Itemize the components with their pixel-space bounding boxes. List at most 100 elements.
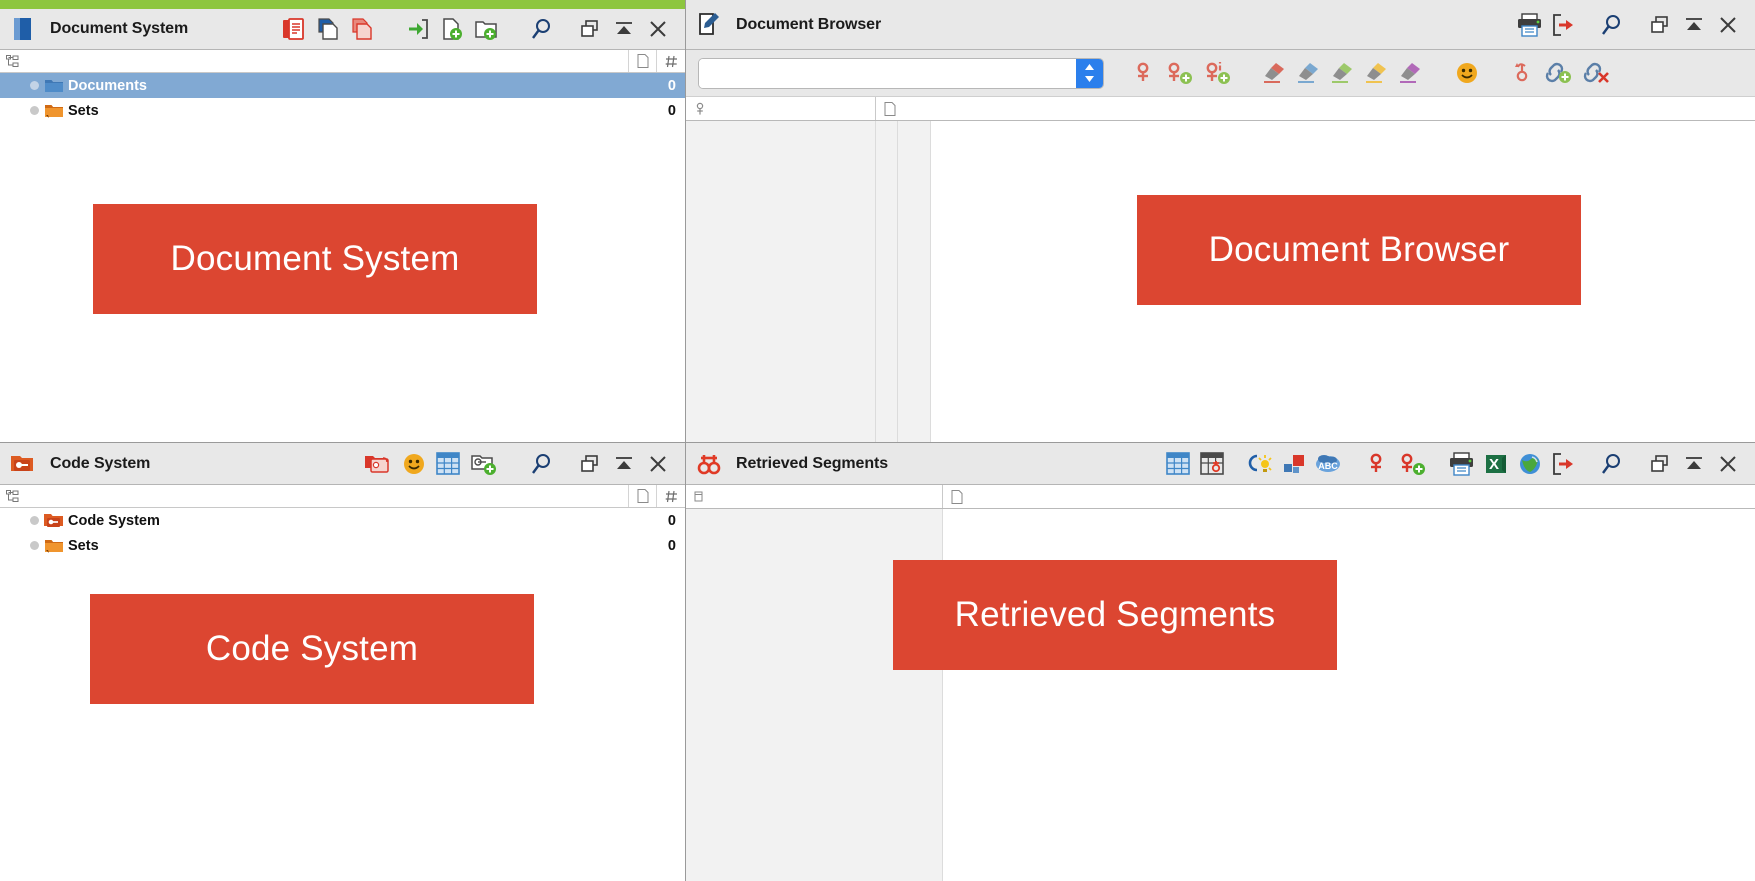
delete-link-button[interactable]	[1578, 56, 1616, 90]
summary-button[interactable]	[1243, 447, 1277, 481]
hierarchy-icon[interactable]	[0, 50, 629, 72]
detach-window-button[interactable]	[573, 12, 607, 46]
memo-page-icon[interactable]	[876, 97, 1755, 120]
segment-text-area[interactable]: Retrieved Segments	[893, 509, 1755, 881]
search-button[interactable]	[1595, 447, 1629, 481]
new-code-with-info-button[interactable]	[1198, 56, 1236, 90]
active-panel-indicator	[0, 0, 685, 9]
document-browser-column-header	[686, 97, 1755, 121]
hash-icon[interactable]	[657, 485, 685, 507]
document-selector-combo[interactable]	[698, 57, 1104, 89]
collapse-up-icon[interactable]	[1677, 447, 1711, 481]
smiley-icon[interactable]	[1450, 56, 1484, 90]
tree-item-documents[interactable]: Documents 0	[0, 73, 685, 98]
close-button[interactable]	[641, 12, 675, 46]
document-selector-input[interactable]	[699, 58, 1076, 88]
highlight-yellow-button[interactable]	[1360, 56, 1394, 90]
document-browser-titlebar: Document Browser	[686, 0, 1755, 50]
color-blocks-button[interactable]	[1277, 447, 1311, 481]
detach-window-button[interactable]	[573, 447, 607, 481]
panel-title: Retrieved Segments	[736, 454, 889, 472]
code-in-vivo-button[interactable]	[1126, 56, 1160, 90]
panel-title: Document System	[50, 20, 189, 37]
retrieved-segments-banner: Retrieved Segments	[893, 560, 1337, 670]
export-button[interactable]	[1547, 8, 1581, 42]
add-link-button[interactable]	[1540, 56, 1578, 90]
hierarchy-icon[interactable]	[0, 485, 629, 507]
document-system-tree: Documents 0 Sets 0	[0, 73, 685, 123]
banner-label: Document Browser	[1208, 230, 1510, 269]
document-browser-body: Document Browser	[686, 121, 1755, 442]
detach-window-button[interactable]	[1643, 8, 1677, 42]
search-button[interactable]	[525, 12, 559, 46]
document-system-panel: Document System Documents 0 Sets 0 Docum…	[0, 0, 686, 442]
expand-dot-icon[interactable]	[30, 541, 39, 550]
combo-spinner-icon[interactable]	[1076, 58, 1103, 88]
import-document-button[interactable]	[401, 12, 435, 46]
code-matrix-button[interactable]	[431, 447, 465, 481]
retrieved-segments-body: Retrieved Segments	[686, 509, 1755, 881]
export-button[interactable]	[1547, 447, 1581, 481]
code-system-titlebar: Code System	[0, 443, 685, 485]
print-button[interactable]	[1445, 447, 1479, 481]
tree-item-label: Sets	[68, 102, 99, 119]
collapse-up-icon[interactable]	[1677, 8, 1711, 42]
document-stack-icon	[8, 14, 38, 44]
retrieved-segments-icon	[694, 449, 724, 479]
tree-item-code-system[interactable]: Code System 0	[0, 508, 685, 533]
tree-item-sets[interactable]: Sets 0	[0, 533, 685, 558]
html-export-button[interactable]	[1513, 447, 1547, 481]
new-document-group-button[interactable]	[469, 12, 503, 46]
paste-document-button[interactable]	[277, 12, 311, 46]
expand-dot-icon[interactable]	[30, 516, 39, 525]
memo-page-icon[interactable]	[629, 50, 657, 72]
highlight-red-button[interactable]	[1258, 56, 1292, 90]
copy-document-button[interactable]	[311, 12, 345, 46]
highlight-magenta-button[interactable]	[1394, 56, 1428, 90]
document-system-content-area: Document System	[0, 123, 685, 442]
code-system-banner: Code System	[90, 594, 534, 704]
detach-window-button[interactable]	[1643, 447, 1677, 481]
duplicate-document-button[interactable]	[345, 12, 379, 46]
document-browser-panel: Document Browser Document Browser	[686, 0, 1755, 442]
new-code-button[interactable]	[1393, 447, 1431, 481]
workspace: Document System Documents 0 Sets 0 Docum…	[0, 0, 1755, 881]
new-code-button[interactable]	[1160, 56, 1198, 90]
code-button[interactable]	[1359, 447, 1393, 481]
close-button[interactable]	[641, 447, 675, 481]
document-text-area[interactable]: Document Browser	[931, 121, 1755, 442]
code-system-panel: Code System Code System 0 Sets 0 Code Sy…	[0, 442, 686, 881]
search-button[interactable]	[525, 447, 559, 481]
collapse-up-icon[interactable]	[607, 447, 641, 481]
document-system-titlebar: Document System	[0, 9, 685, 50]
code-system-tree: Code System 0 Sets 0	[0, 508, 685, 558]
code-system-column-header	[0, 485, 685, 508]
close-button[interactable]	[1711, 8, 1745, 42]
new-code-plus-button[interactable]	[465, 447, 503, 481]
hash-icon[interactable]	[657, 50, 685, 72]
highlight-blue-button[interactable]	[1292, 56, 1326, 90]
paraphrase-button[interactable]: ABC	[1311, 447, 1345, 481]
collapse-up-icon[interactable]	[607, 12, 641, 46]
banner-label: Retrieved Segments	[954, 595, 1276, 634]
new-document-button[interactable]	[435, 12, 469, 46]
expand-dot-icon[interactable]	[30, 106, 39, 115]
overview-table-button[interactable]	[1161, 447, 1195, 481]
excel-export-button[interactable]: X	[1479, 447, 1513, 481]
smiley-icon[interactable]	[397, 447, 431, 481]
undo-coding-button[interactable]	[1506, 56, 1540, 90]
highlight-green-button[interactable]	[1326, 56, 1360, 90]
expand-dot-icon[interactable]	[30, 81, 39, 90]
segment-icon[interactable]	[686, 485, 943, 508]
search-button[interactable]	[1595, 8, 1629, 42]
memo-page-icon[interactable]	[629, 485, 657, 507]
close-button[interactable]	[1711, 447, 1745, 481]
tree-item-count: 0	[667, 102, 676, 119]
paste-code-button[interactable]	[359, 447, 397, 481]
print-button[interactable]	[1513, 8, 1547, 42]
tree-item-sets[interactable]: Sets 0	[0, 98, 685, 123]
memo-page-icon[interactable]	[943, 485, 1755, 508]
tree-item-count: 0	[667, 537, 676, 554]
code-node-icon[interactable]	[686, 97, 876, 120]
coded-segments-table-button[interactable]	[1195, 447, 1229, 481]
